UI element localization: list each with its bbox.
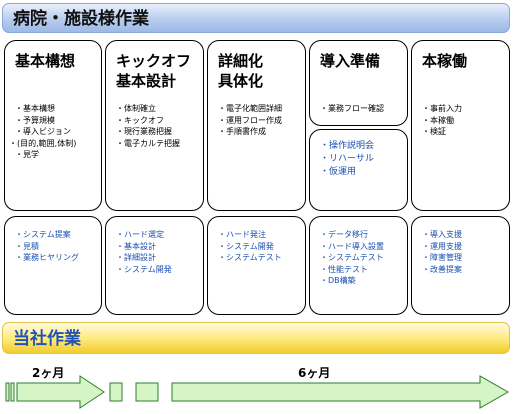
phase-box-detailing: 詳細化 具体化 電子化範囲詳細 運用フロー作成 手順書作成: [207, 40, 306, 211]
phase-title-line: 基本構想: [15, 52, 76, 70]
phase-box-basic-concept: 基本構想 基本構想 予算規模 導入ビジョン (目的,範囲,体制) 見学: [4, 40, 102, 211]
task-item: 導入支援: [422, 229, 462, 241]
task-item: システム提案: [15, 229, 79, 241]
company-box-5: 導入支援 運用支援 障害管理 改善提案: [411, 216, 510, 315]
task-item: 業務ヒヤリング: [15, 252, 79, 264]
task-item: 詳細設計: [116, 252, 172, 264]
company-box-3: ハード発注 システム開発 システムテスト: [207, 216, 306, 315]
task-item: 性能テスト: [320, 264, 384, 276]
company-box-1: システム提案 見積 業務ヒヤリング: [4, 216, 102, 315]
company-task-list: システム提案 見積 業務ヒヤリング: [15, 229, 79, 264]
timeline-arrow-long: [171, 375, 510, 409]
client-task-list: 体制確立 キックオフ 現行業務把握 電子カルテ把握: [116, 103, 180, 149]
phase-title-line: 導入準備: [320, 52, 381, 70]
company-work-banner: 当社作業: [2, 322, 510, 354]
task-item: 事前入力: [422, 103, 462, 115]
client-task-list: 事前入力 本稼働 検証: [422, 103, 462, 138]
company-task-list: ハード選定 基本設計 詳細設計 システム開発: [116, 229, 172, 275]
phase-title-line: 詳細化: [218, 52, 264, 70]
phase-title: 本稼働: [422, 51, 467, 71]
phase-title-line: キックオフ: [116, 52, 192, 70]
task-item: 障害管理: [422, 252, 462, 264]
task-item: 電子化範囲詳細: [218, 103, 282, 115]
timeline-tick: [10, 382, 15, 402]
timeline-block: [109, 382, 123, 402]
task-item: 基本構想: [15, 103, 76, 115]
task-item: ハード導入設置: [320, 241, 384, 253]
task-item: 基本設計: [116, 241, 172, 253]
company-box-4: データ移行 ハード導入設置 システムテスト 性能テスト DB構築: [309, 216, 408, 315]
client-work-banner: 病院・施設様作業: [2, 3, 510, 33]
client-task-list: 業務フロー確認: [320, 103, 384, 115]
task-item: データ移行: [320, 229, 384, 241]
task-item: 操作説明会: [320, 140, 374, 153]
task-item: 改善提案: [422, 264, 462, 276]
task-item: 仮運用: [320, 166, 374, 179]
task-item: 予算規模: [15, 115, 76, 127]
phase-title: キックオフ 基本設計: [116, 51, 191, 91]
phase-title-line: 基本設計: [116, 72, 177, 90]
task-item: 見学: [15, 149, 76, 161]
task-item: システムテスト: [218, 252, 282, 264]
task-item: DB構築: [320, 275, 384, 287]
phase-box-preparation: 導入準備 業務フロー確認: [309, 40, 408, 126]
task-item: 検証: [422, 126, 462, 138]
company-box-2: ハード選定 基本設計 詳細設計 システム開発: [105, 216, 204, 315]
timeline-block: [135, 382, 159, 402]
task-item: 手順書作成: [218, 126, 282, 138]
task-item: 本稼働: [422, 115, 462, 127]
task-item: ハード選定: [116, 229, 172, 241]
task-item: 導入ビジョン: [15, 126, 76, 138]
task-item: 体制確立: [116, 103, 180, 115]
timeline-arrows: [5, 375, 510, 409]
task-item: 現行業務把握: [116, 126, 180, 138]
task-item: システムテスト: [320, 252, 384, 264]
phase-title-line: 具体化: [218, 72, 264, 90]
company-task-list: データ移行 ハード導入設置 システムテスト 性能テスト DB構築: [320, 229, 384, 287]
task-item: システム開発: [218, 241, 282, 253]
client-task-list: 基本構想 予算規模 導入ビジョン (目的,範囲,体制) 見学: [15, 103, 76, 161]
task-item: 運用フロー作成: [218, 115, 282, 127]
task-item: ハード発注: [218, 229, 282, 241]
company-task-list: ハード発注 システム開発 システムテスト: [218, 229, 282, 264]
task-item: リハーサル: [320, 153, 374, 166]
phase-title-line: 本稼働: [422, 52, 468, 70]
phase-box-kickoff: キックオフ 基本設計 体制確立 キックオフ 現行業務把握 電子カルテ把握: [105, 40, 204, 211]
phase-box-go-live: 本稼働 事前入力 本稼働 検証: [411, 40, 510, 211]
task-item: 運用支援: [422, 241, 462, 253]
client-task-list: 電子化範囲詳細 運用フロー作成 手順書作成: [218, 103, 282, 138]
training-task-list: 操作説明会 リハーサル 仮運用: [320, 140, 374, 179]
task-item: 業務フロー確認: [320, 103, 384, 115]
phase-title: 詳細化 具体化: [218, 51, 263, 91]
phase-box-preparation-training: 操作説明会 リハーサル 仮運用: [309, 129, 408, 211]
task-item: (目的,範囲,体制): [9, 138, 76, 150]
task-item: キックオフ: [116, 115, 180, 127]
task-item: 電子カルテ把握: [116, 138, 180, 150]
timeline-arrow-short: [16, 375, 105, 409]
task-item: システム開発: [116, 264, 172, 276]
company-task-list: 導入支援 運用支援 障害管理 改善提案: [422, 229, 462, 275]
timeline-tick: [5, 382, 10, 402]
phase-title: 導入準備: [320, 51, 380, 71]
task-item: 見積: [15, 241, 79, 253]
phase-title: 基本構想: [15, 51, 75, 71]
